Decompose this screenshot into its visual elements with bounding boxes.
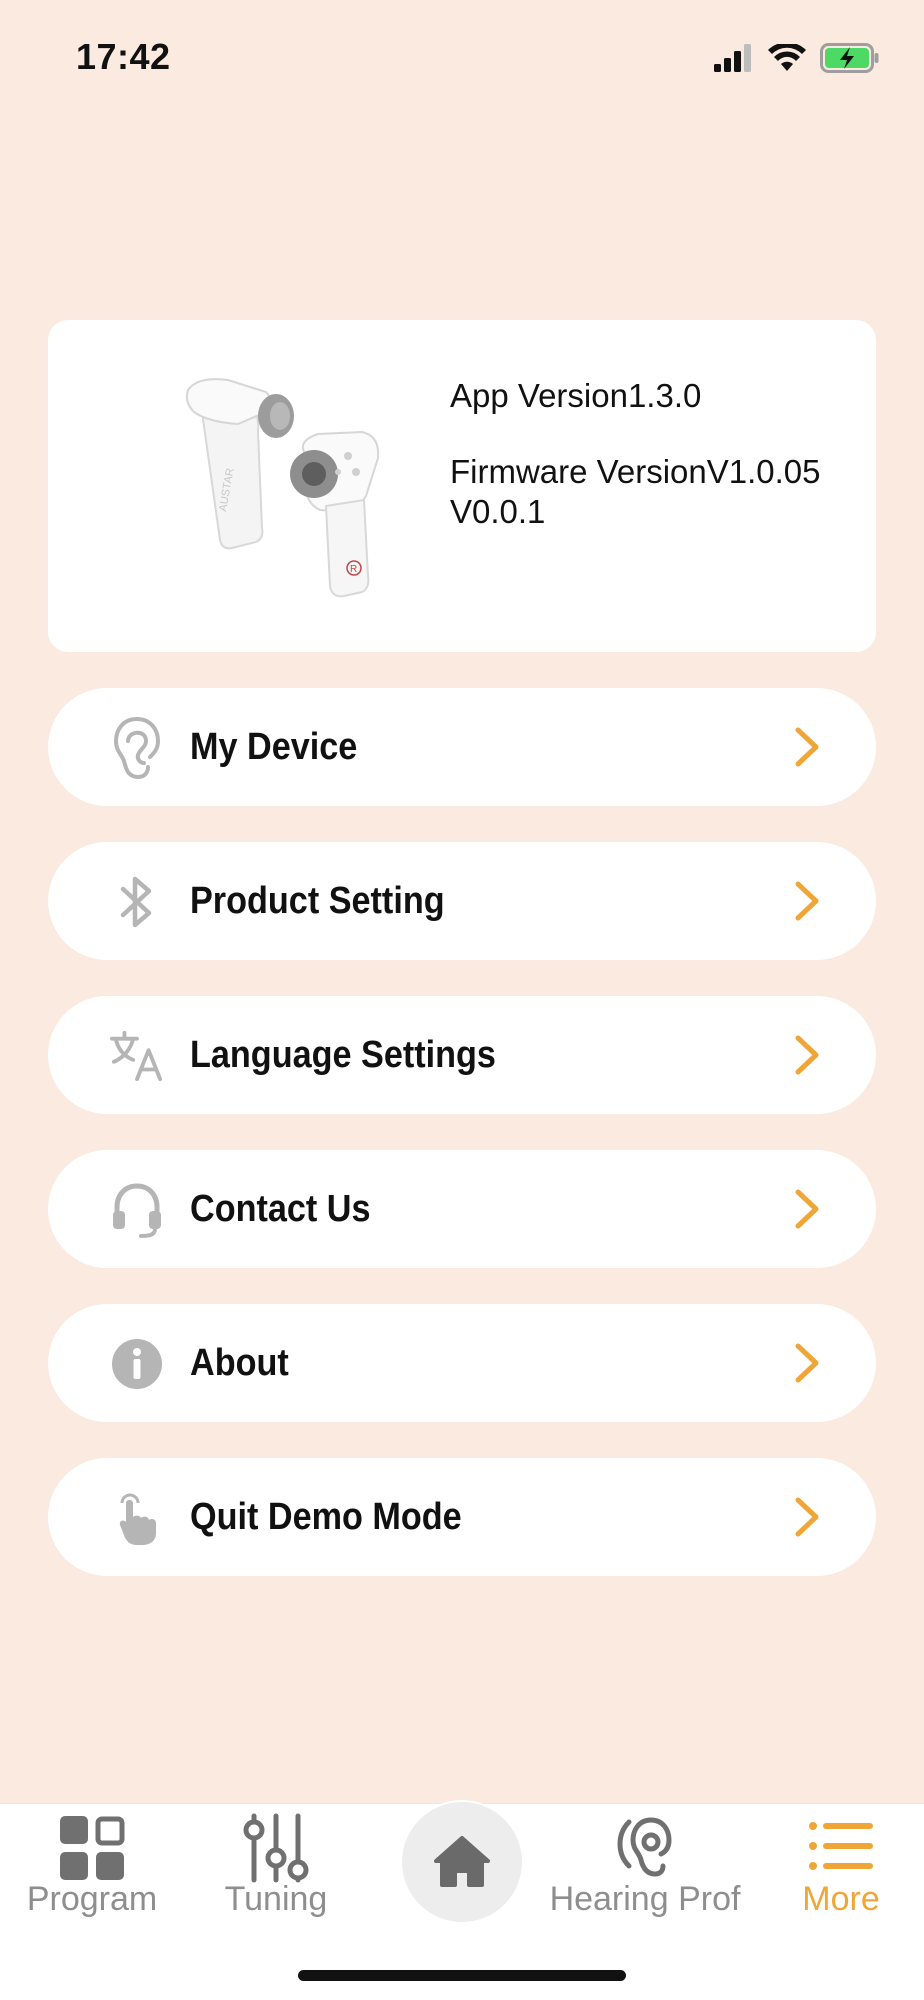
menu-label: Product Setting	[190, 880, 445, 922]
tab-label: Tuning	[224, 1880, 328, 1918]
firmware-version-text: Firmware VersionV1.0.05 V0.0.1	[450, 453, 821, 530]
version-info: App Version1.3.0 Firmware VersionV1.0.05…	[450, 376, 850, 532]
menu-item-my-device[interactable]: My Device	[48, 688, 876, 806]
more-screen: 17:42 AUSTAR R App Version1.3.0 Firmware…	[0, 0, 924, 2000]
tab-label: Hearing Prof	[549, 1880, 741, 1918]
menu-label: Contact Us	[190, 1188, 371, 1230]
list-icon	[809, 1822, 873, 1870]
status-icons	[714, 40, 880, 76]
earbuds-image: AUSTAR R	[185, 378, 380, 598]
translate-icon	[110, 1029, 164, 1083]
info-icon	[110, 1337, 164, 1391]
menu-item-quit-demo-mode[interactable]: Quit Demo Mode	[48, 1458, 876, 1576]
menu-item-language-settings[interactable]: Language Settings	[48, 996, 876, 1114]
home-button[interactable]	[400, 1800, 524, 1924]
tab-label: Program	[26, 1880, 158, 1918]
menu-label: Quit Demo Mode	[190, 1496, 462, 1538]
hearing-icon	[617, 1817, 672, 1877]
menu-item-contact-us[interactable]: Contact Us	[48, 1150, 876, 1268]
menu-label: About	[190, 1342, 289, 1384]
headset-icon	[110, 1183, 164, 1238]
battery-charging-icon	[820, 43, 879, 73]
tab-program[interactable]: Program	[12, 1804, 172, 1934]
device-info-card: AUSTAR R App Version1.3.0 Firmware Versi…	[48, 320, 876, 652]
menu-item-about[interactable]: About	[48, 1304, 876, 1422]
ear-icon	[110, 717, 164, 780]
grid-icon	[60, 1816, 125, 1880]
menu-item-product-setting[interactable]: Product Setting	[48, 842, 876, 960]
tab-hearing-profile[interactable]: Hearing Prof	[540, 1804, 750, 1934]
status-bar: 17:42	[0, 0, 924, 120]
chevron-right-icon	[795, 1035, 819, 1075]
cellular-signal-icon	[714, 44, 751, 72]
menu-label: My Device	[190, 726, 358, 768]
chevron-right-icon	[795, 1189, 819, 1229]
bluetooth-icon	[110, 875, 164, 929]
chevron-right-icon	[795, 881, 819, 921]
menu-label: Language Settings	[190, 1034, 496, 1076]
hand-pointer-icon	[110, 1491, 164, 1545]
status-time: 17:42	[76, 36, 171, 77]
tab-tuning[interactable]: Tuning	[196, 1804, 356, 1934]
sliders-icon	[243, 1813, 309, 1883]
chevron-right-icon	[795, 727, 819, 767]
tab-label: More	[802, 1880, 880, 1918]
home-icon	[434, 1836, 490, 1887]
chevron-right-icon	[795, 1497, 819, 1537]
tab-more[interactable]: More	[766, 1804, 916, 1934]
app-version-text: App Version1.3.0	[450, 377, 702, 414]
chevron-right-icon	[795, 1343, 819, 1383]
earbud-mark-text: R	[350, 564, 357, 575]
wifi-icon	[768, 44, 806, 71]
home-indicator	[298, 1970, 626, 1981]
